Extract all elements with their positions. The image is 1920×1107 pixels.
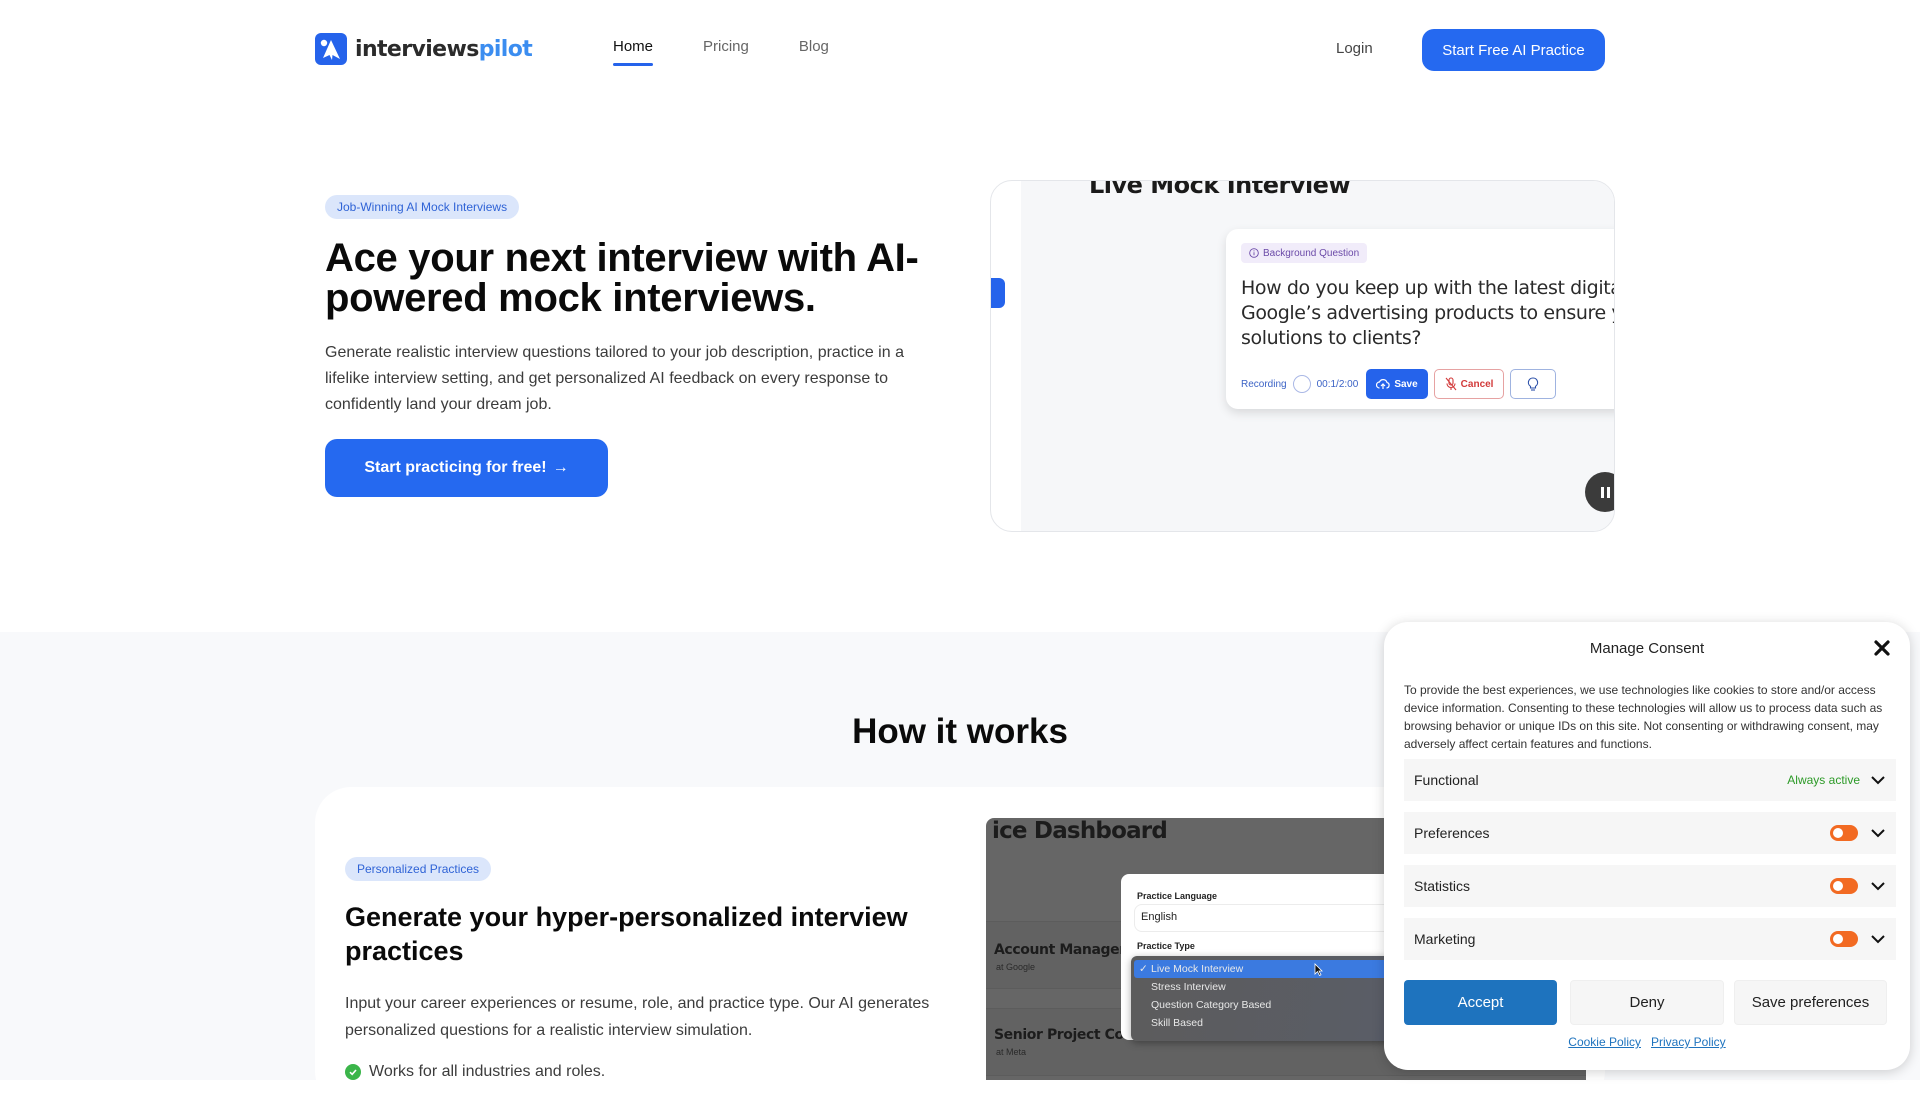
lightbulb-icon <box>1528 376 1539 391</box>
start-free-practice-button[interactable]: Start Free AI Practice <box>1422 29 1605 71</box>
question-line: Google’s advertising products to ensure … <box>1241 302 1615 324</box>
dashboard-title: ice Dashboard <box>992 818 1168 844</box>
cloud-upload-icon <box>1376 379 1390 389</box>
start-practicing-label: Start practicing for free! <box>364 459 547 476</box>
chevron-down-icon[interactable] <box>1870 828 1886 838</box>
dashboard-company: at Meta <box>996 1047 1027 1057</box>
pause-button[interactable] <box>1585 472 1614 512</box>
feature-title: Generate your hyper-personalized intervi… <box>345 902 908 966</box>
logo-text: interviewspilot <box>355 36 533 62</box>
recording-label: Recording <box>1241 378 1287 390</box>
mic-off-icon <box>1445 377 1457 391</box>
cancel-button[interactable]: Cancel <box>1433 369 1505 399</box>
deny-button[interactable]: Deny <box>1570 980 1724 1025</box>
question-badge-label: Background Question <box>1263 247 1360 259</box>
checkmark-icon: ✓ <box>1139 963 1148 975</box>
recording-indicator-icon <box>1292 375 1311 393</box>
dashboard-company: at Google <box>996 962 1036 972</box>
save-button[interactable]: Save <box>1366 369 1428 399</box>
category-label: Functional <box>1414 772 1479 788</box>
hero-title: Ace your next interview with AI-powered … <box>325 236 919 320</box>
close-icon[interactable] <box>1872 638 1892 658</box>
mouse-cursor-icon <box>1314 963 1323 976</box>
statistics-toggle[interactable] <box>1830 878 1858 894</box>
video-frame: Live Mock Interview Background Question … <box>1021 181 1614 531</box>
category-label: Preferences <box>1414 825 1490 841</box>
category-label: Marketing <box>1414 931 1476 947</box>
privacy-policy-link[interactable]: Privacy Policy <box>1651 1035 1726 1049</box>
consent-category-functional[interactable]: Functional Always active <box>1404 759 1896 801</box>
always-active-label: Always active <box>1787 773 1860 787</box>
arrow-right-icon: → <box>552 459 569 476</box>
consent-text: To provide the best experiences, we use … <box>1404 683 1883 751</box>
feature-bullet: Works for all industries and roles. <box>345 1063 605 1081</box>
category-label: Statistics <box>1414 878 1471 894</box>
chevron-down-icon[interactable] <box>1870 881 1886 891</box>
cancel-label: Cancel <box>1460 378 1494 390</box>
chevron-down-icon[interactable] <box>1870 934 1886 944</box>
practice-type-label: Practice Type <box>1137 941 1195 951</box>
pause-icon <box>1606 486 1610 498</box>
question-line: How do you keep up with the latest digit… <box>1241 277 1615 299</box>
check-circle-icon <box>345 1064 361 1080</box>
question-badge: Background Question <box>1241 243 1368 263</box>
question-card: Background Question How do you keep up w… <box>1226 229 1615 409</box>
recording-controls: Recording 00:1/2:00 Save Cancel <box>1241 369 1557 399</box>
save-label: Save <box>1394 378 1418 390</box>
marketing-toggle[interactable] <box>1830 931 1858 947</box>
question-text: How do you keep up with the latest digit… <box>1241 276 1615 351</box>
cookie-policy-link[interactable]: Cookie Policy <box>1568 1035 1641 1049</box>
main-nav: Home Pricing Blog <box>613 38 829 66</box>
question-line: solutions to clients? <box>1241 327 1422 349</box>
nav-home[interactable]: Home <box>613 38 654 66</box>
chevron-down-icon[interactable] <box>1870 775 1886 785</box>
feature-bullet-text: Works for all industries and roles. <box>369 1063 606 1080</box>
consent-category-statistics[interactable]: Statistics <box>1404 865 1896 907</box>
practice-language-label: Practice Language <box>1137 891 1218 901</box>
dropdown-option-label: Live Mock Interview <box>1151 963 1244 975</box>
consent-dialog: Manage Consent To provide the best exper… <box>1384 622 1910 1070</box>
sidebar-tab <box>991 278 1005 308</box>
save-preferences-button[interactable]: Save preferences <box>1734 980 1887 1025</box>
hero-description: Generate realistic interview questions t… <box>325 344 904 413</box>
info-icon <box>1249 248 1259 258</box>
start-practicing-button[interactable]: Start practicing for free! → <box>325 439 608 497</box>
nav-blog[interactable]: Blog <box>799 38 829 55</box>
pause-icon <box>1600 486 1604 498</box>
video-heading: Live Mock Interview <box>1089 180 1351 199</box>
login-link[interactable]: Login <box>1336 40 1373 57</box>
consent-category-marketing[interactable]: Marketing <box>1404 918 1896 960</box>
recording-timer: 00:1/2:00 <box>1316 378 1359 390</box>
paper-plane-logo-icon <box>315 33 347 65</box>
logo[interactable]: interviewspilot <box>315 33 533 65</box>
demo-video[interactable]: Live Mock Interview Background Question … <box>990 180 1615 532</box>
hint-button[interactable] <box>1510 369 1557 399</box>
accept-button[interactable]: Accept <box>1404 980 1557 1025</box>
consent-title: Manage Consent <box>1589 640 1705 657</box>
feature-badge: Personalized Practices <box>345 857 492 881</box>
dashboard-role: Senior Project Coor <box>994 1027 1140 1043</box>
nav-pricing[interactable]: Pricing <box>703 38 749 55</box>
preferences-toggle[interactable] <box>1830 825 1858 841</box>
feature-description: Input your career experiences or resume,… <box>345 995 930 1039</box>
consent-links: Cookie Policy Privacy Policy <box>1384 1035 1910 1049</box>
hero-badge: Job-Winning AI Mock Interviews <box>325 195 520 219</box>
dashboard-role: Account Manager <box>994 942 1126 958</box>
consent-category-preferences[interactable]: Preferences <box>1404 812 1896 854</box>
